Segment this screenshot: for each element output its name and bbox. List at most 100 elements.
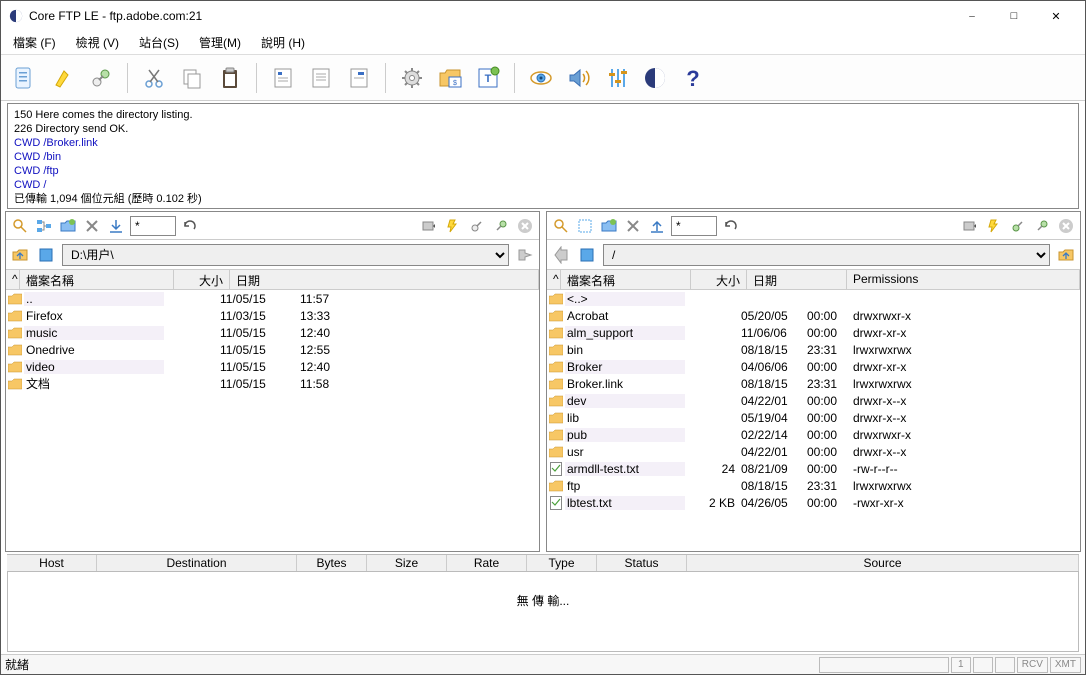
header-date[interactable]: 日期 — [230, 270, 539, 289]
local-list[interactable]: ..11/05/1511:57Firefox11/03/1513:33music… — [6, 290, 539, 551]
list-row[interactable]: ..11/05/1511:57 — [6, 290, 539, 307]
edit2-button[interactable] — [341, 61, 377, 95]
th-bytes[interactable]: Bytes — [297, 555, 367, 571]
view-button[interactable] — [523, 61, 559, 95]
sound-button[interactable] — [561, 61, 597, 95]
th-type[interactable]: Type — [527, 555, 597, 571]
download-icon[interactable] — [106, 216, 126, 236]
local-path-combo[interactable]: D:\用户\ — [62, 244, 509, 266]
plug2-icon[interactable] — [1032, 216, 1052, 236]
list-row[interactable]: usr04/22/0100:00drwxr-x--x — [547, 443, 1080, 460]
th-size[interactable]: Size — [367, 555, 447, 571]
quick-connect-button[interactable] — [45, 61, 81, 95]
header-size[interactable]: 大小 — [691, 270, 747, 289]
header-perm[interactable]: Permissions — [847, 270, 1080, 289]
header-icon[interactable]: ^ — [547, 270, 561, 289]
plug-icon[interactable] — [1008, 216, 1028, 236]
list-row[interactable]: lbtest.txt2 KB04/26/0500:00-rwxr-xr-x — [547, 494, 1080, 511]
header-size[interactable]: 大小 — [174, 270, 230, 289]
mode-icon[interactable] — [419, 216, 439, 236]
copy-button[interactable] — [174, 61, 210, 95]
local-filter-input[interactable] — [130, 216, 176, 236]
th-rate[interactable]: Rate — [447, 555, 527, 571]
cut-button[interactable] — [136, 61, 172, 95]
row-time: 13:33 — [300, 309, 350, 323]
menu-view[interactable]: 檢視 (V) — [68, 32, 127, 53]
new-folder-icon[interactable] — [58, 216, 78, 236]
menu-sites[interactable]: 站台(S) — [131, 32, 187, 53]
dir-tree-icon[interactable] — [36, 245, 56, 265]
search-icon[interactable] — [551, 216, 571, 236]
template-button[interactable]: T — [470, 61, 506, 95]
list-row[interactable]: music11/05/1512:40 — [6, 324, 539, 341]
remote-list[interactable]: <..>Acrobat05/20/0500:00drwxrwxr-xalm_su… — [547, 290, 1080, 551]
site-manager-button[interactable] — [7, 61, 43, 95]
reconnect-button[interactable] — [83, 61, 119, 95]
new-folder-icon[interactable] — [599, 216, 619, 236]
select-icon[interactable] — [575, 216, 595, 236]
close-button[interactable]: ✕ — [1035, 2, 1077, 30]
header-name[interactable]: 檔案名稱 — [561, 270, 691, 289]
list-row[interactable]: bin08/18/1523:31lrwxrwxrwx — [547, 341, 1080, 358]
maximize-button[interactable]: □ — [993, 2, 1035, 30]
header-icon[interactable]: ^ — [6, 270, 20, 289]
status-well — [819, 657, 949, 673]
remote-filter-input[interactable] — [671, 216, 717, 236]
menu-help[interactable]: 說明 (H) — [253, 32, 313, 53]
th-source[interactable]: Source — [687, 555, 1079, 571]
list-row[interactable]: pub02/22/1400:00drwxrwxr-x — [547, 426, 1080, 443]
sliders-button[interactable] — [599, 61, 635, 95]
log-panel[interactable]: 150 Here comes the directory listing. 22… — [7, 103, 1079, 209]
dir-up-icon[interactable] — [10, 245, 30, 265]
th-dest[interactable]: Destination — [97, 555, 297, 571]
list-row[interactable]: 文档11/05/1511:58 — [6, 375, 539, 392]
list-row[interactable]: <..> — [547, 290, 1080, 307]
list-row[interactable]: armdll-test.txt2408/21/0900:00-rw-r--r-- — [547, 460, 1080, 477]
back-icon[interactable] — [551, 245, 571, 265]
list-row[interactable]: Onedrive11/05/1512:55 — [6, 341, 539, 358]
stop-icon[interactable] — [1056, 216, 1076, 236]
menu-manage[interactable]: 管理(M) — [191, 32, 249, 53]
menu-file[interactable]: 檔案 (F) — [5, 32, 64, 53]
row-date: 11/03/15 — [220, 309, 300, 323]
bolt-icon[interactable] — [443, 216, 463, 236]
go-icon[interactable] — [515, 245, 535, 265]
list-row[interactable]: dev04/22/0100:00drwxr-x--x — [547, 392, 1080, 409]
schedule-button[interactable]: $ — [432, 61, 468, 95]
delete-icon[interactable] — [82, 216, 102, 236]
tree-icon[interactable] — [34, 216, 54, 236]
dir-tree-icon[interactable] — [577, 245, 597, 265]
list-row[interactable]: Broker.link08/18/1523:31lrwxrwxrwx — [547, 375, 1080, 392]
plug2-icon[interactable] — [491, 216, 511, 236]
document-button[interactable] — [303, 61, 339, 95]
list-row[interactable]: ftp08/18/1523:31lrwxrwxrwx — [547, 477, 1080, 494]
paste-button[interactable] — [212, 61, 248, 95]
list-row[interactable]: Broker04/06/0600:00drwxr-xr-x — [547, 358, 1080, 375]
transfer-body[interactable]: 無 傳 輸... — [7, 572, 1079, 652]
list-row[interactable]: video11/05/1512:40 — [6, 358, 539, 375]
th-host[interactable]: Host — [7, 555, 97, 571]
list-row[interactable]: Firefox11/03/1513:33 — [6, 307, 539, 324]
refresh-icon[interactable] — [180, 216, 200, 236]
bolt-icon[interactable] — [984, 216, 1004, 236]
th-status[interactable]: Status — [597, 555, 687, 571]
globe-button[interactable] — [637, 61, 673, 95]
list-row[interactable]: alm_support11/06/0600:00drwxr-xr-x — [547, 324, 1080, 341]
header-name[interactable]: 檔案名稱 — [20, 270, 174, 289]
list-row[interactable]: lib05/19/0400:00drwxr-x--x — [547, 409, 1080, 426]
header-date[interactable]: 日期 — [747, 270, 847, 289]
minimize-button[interactable]: – — [951, 2, 993, 30]
refresh-icon[interactable] — [721, 216, 741, 236]
dir-up-icon[interactable] — [1056, 245, 1076, 265]
settings-button[interactable] — [394, 61, 430, 95]
help-button[interactable]: ? — [675, 61, 711, 95]
list-row[interactable]: Acrobat05/20/0500:00drwxrwxr-x — [547, 307, 1080, 324]
upload-icon[interactable] — [647, 216, 667, 236]
stop-icon[interactable] — [515, 216, 535, 236]
edit-button[interactable] — [265, 61, 301, 95]
mode-icon[interactable] — [960, 216, 980, 236]
remote-path-combo[interactable]: / — [603, 244, 1050, 266]
search-icon[interactable] — [10, 216, 30, 236]
plug-icon[interactable] — [467, 216, 487, 236]
delete-icon[interactable] — [623, 216, 643, 236]
